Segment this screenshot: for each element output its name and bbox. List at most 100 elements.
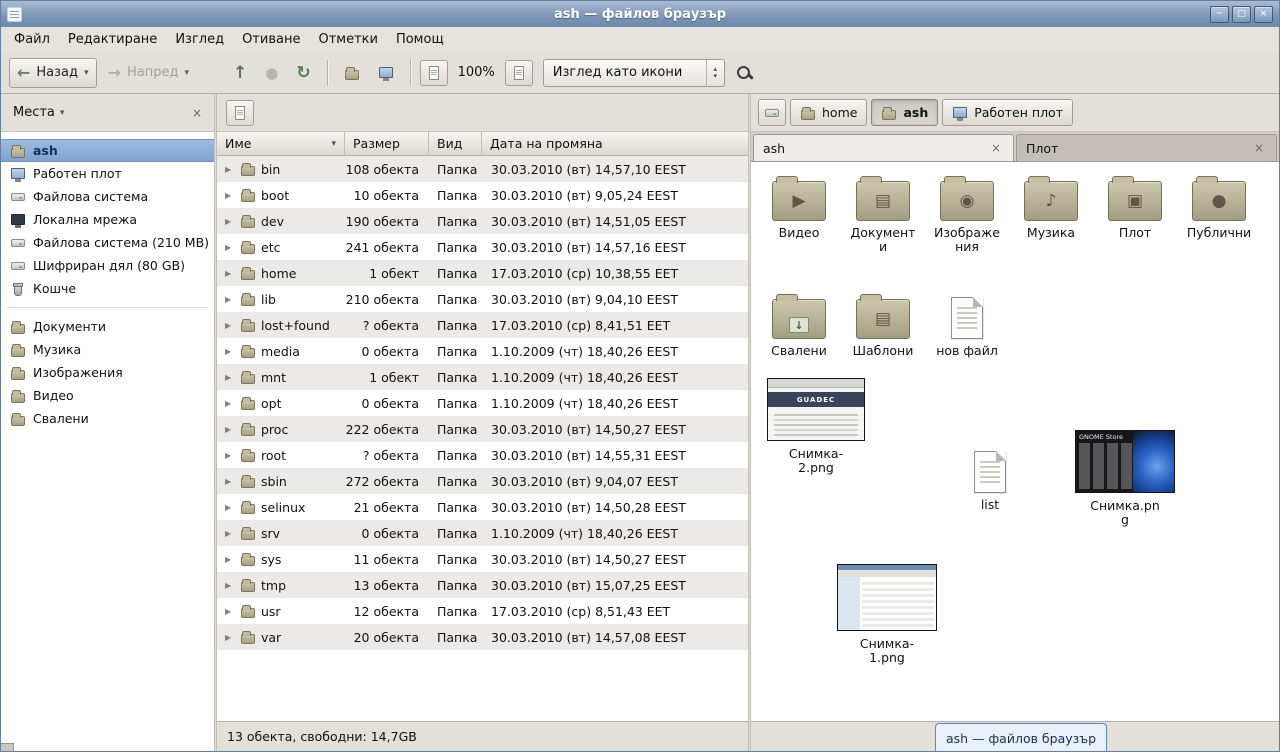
minimize-button[interactable]: ─: [1210, 6, 1229, 23]
table-row[interactable]: ▶ var 20 обекта Папка 30.03.2010 (вт) 14…: [217, 624, 748, 650]
sidebar-item[interactable]: Видео: [1, 384, 214, 407]
file-item-list[interactable]: list: [955, 444, 1025, 512]
tab-ash[interactable]: ash ×: [753, 134, 1014, 161]
close-button[interactable]: ×: [1254, 6, 1273, 23]
expander-icon[interactable]: ▶: [225, 269, 235, 278]
expander-icon[interactable]: ▶: [225, 373, 235, 382]
expander-icon[interactable]: ▶: [225, 399, 235, 408]
zoom-in-button[interactable]: [505, 60, 533, 86]
forward-button[interactable]: → Напред ▾: [101, 58, 196, 88]
column-header-modified[interactable]: Дата на промяна: [482, 132, 748, 156]
expander-icon[interactable]: ▶: [225, 425, 235, 434]
search-button[interactable]: [729, 58, 759, 88]
places-selector[interactable]: Места ▾: [9, 103, 68, 122]
expander-icon[interactable]: ▶: [225, 295, 235, 304]
expander-icon[interactable]: ▶: [225, 529, 235, 538]
column-header-size[interactable]: Размер: [345, 132, 429, 156]
icon-item[interactable]: ▤ Шаблони: [841, 290, 925, 358]
table-row[interactable]: ▶ usr 12 обекта Папка 17.03.2010 (ср) 8,…: [217, 598, 748, 624]
sidebar-item[interactable]: Кошче: [1, 277, 214, 300]
table-row[interactable]: ▶ sys 11 обекта Папка 30.03.2010 (вт) 14…: [217, 546, 748, 572]
sidebar-close-button[interactable]: ×: [188, 104, 206, 122]
expander-icon[interactable]: ▶: [225, 503, 235, 512]
path-home-button[interactable]: home: [790, 99, 867, 126]
sidebar-item[interactable]: Свалени: [1, 407, 214, 430]
table-row[interactable]: ▶ mnt 1 обект Папка 1.10.2009 (чт) 18,40…: [217, 364, 748, 390]
path-ash-button[interactable]: ash: [871, 99, 938, 126]
icon-item[interactable]: ▶ Видео: [757, 172, 841, 255]
table-row[interactable]: ▶ sbin 272 обекта Папка 30.03.2010 (вт) …: [217, 468, 748, 494]
table-row[interactable]: ▶ home 1 обект Папка 17.03.2010 (ср) 10,…: [217, 260, 748, 286]
expander-icon[interactable]: ▶: [225, 165, 235, 174]
titlebar[interactable]: ash — файлов браузър ─ □ ×: [1, 1, 1279, 27]
table-row[interactable]: ▶ selinux 21 обекта Папка 30.03.2010 (вт…: [217, 494, 748, 520]
column-header-type[interactable]: Вид: [429, 132, 482, 156]
expander-icon[interactable]: ▶: [225, 321, 235, 330]
table-row[interactable]: ▶ proc 222 обекта Папка 30.03.2010 (вт) …: [217, 416, 748, 442]
sidebar-item[interactable]: Изображения: [1, 361, 214, 384]
table-row[interactable]: ▶ opt 0 обекта Папка 1.10.2009 (чт) 18,4…: [217, 390, 748, 416]
reload-button[interactable]: ↻: [289, 58, 317, 88]
menu-item[interactable]: Файл: [5, 29, 59, 50]
back-dropdown-icon[interactable]: ▾: [84, 68, 89, 78]
table-row[interactable]: ▶ media 0 обекта Папка 1.10.2009 (чт) 18…: [217, 338, 748, 364]
expander-icon[interactable]: ▶: [225, 243, 235, 252]
table-row[interactable]: ▶ root ? обекта Папка 30.03.2010 (вт) 14…: [217, 442, 748, 468]
column-header-name[interactable]: Име ▾: [217, 132, 345, 156]
table-row[interactable]: ▶ etc 241 обекта Папка 30.03.2010 (вт) 1…: [217, 234, 748, 260]
table-row[interactable]: ▶ tmp 13 обекта Папка 30.03.2010 (вт) 15…: [217, 572, 748, 598]
tab-close-icon[interactable]: ×: [1251, 141, 1267, 155]
expander-icon[interactable]: ▶: [225, 217, 235, 226]
sidebar-item[interactable]: Локална мрежа: [1, 208, 214, 231]
pane-location-button[interactable]: [226, 100, 254, 126]
home-button[interactable]: [337, 58, 367, 88]
menu-item[interactable]: Изглед: [166, 29, 233, 50]
combo-spin-icon[interactable]: ▴▾: [706, 60, 724, 86]
table-row[interactable]: ▶ lost+found ? обекта Папка 17.03.2010 (…: [217, 312, 748, 338]
tab-plot[interactable]: Плот ×: [1016, 134, 1277, 161]
taskbar-window-button[interactable]: ash — файлов браузър: [935, 723, 1107, 752]
file-item-snimka[interactable]: GNOME Store Снимка.png: [1069, 430, 1181, 528]
icon-item[interactable]: ▣ Плот: [1093, 172, 1177, 255]
path-root-button[interactable]: [758, 99, 786, 126]
view-mode-select[interactable]: Изглед като икони ▴▾: [543, 59, 725, 87]
menu-item[interactable]: Редактиране: [59, 29, 166, 50]
expander-icon[interactable]: ▶: [225, 451, 235, 460]
icon-item[interactable]: ♪ Музика: [1009, 172, 1093, 255]
expander-icon[interactable]: ▶: [225, 581, 235, 590]
zoom-out-button[interactable]: [420, 60, 448, 86]
expander-icon[interactable]: ▶: [225, 555, 235, 564]
sidebar-item[interactable]: Документи: [1, 315, 214, 338]
expander-icon[interactable]: ▶: [225, 477, 235, 486]
icon-view[interactable]: ▶ Видео ▤ Документи ◉ Изображения ♪ Музи…: [751, 162, 1279, 721]
computer-button[interactable]: [371, 58, 401, 88]
maximize-button[interactable]: □: [1232, 6, 1251, 23]
tab-close-icon[interactable]: ×: [988, 141, 1004, 155]
sidebar-item[interactable]: Файлова система: [1, 185, 214, 208]
icon-item[interactable]: ◉ Изображения: [925, 172, 1009, 255]
file-item-snimka-2[interactable]: GUADEC Снимка-2.png: [761, 378, 871, 476]
table-row[interactable]: ▶ bin 108 обекта Папка 30.03.2010 (вт) 1…: [217, 156, 748, 182]
path-desktop-button[interactable]: Работен плот: [942, 99, 1073, 126]
menu-item[interactable]: Отиване: [233, 29, 309, 50]
table-row[interactable]: ▶ dev 190 обекта Папка 30.03.2010 (вт) 1…: [217, 208, 748, 234]
file-item-snimka-1[interactable]: Снимка-1.png: [827, 564, 947, 666]
sidebar-item[interactable]: Работен плот: [1, 162, 214, 185]
icon-item[interactable]: ▤ Документи: [841, 172, 925, 255]
expander-icon[interactable]: ▶: [225, 633, 235, 642]
back-button[interactable]: ← Назад ▾: [9, 58, 97, 88]
menu-item[interactable]: Отметки: [309, 29, 386, 50]
expander-icon[interactable]: ▶: [225, 347, 235, 356]
icon-item[interactable]: нов файл: [925, 290, 1009, 358]
up-button[interactable]: ↑: [226, 58, 254, 88]
expander-icon[interactable]: ▶: [225, 191, 235, 200]
table-row[interactable]: ▶ srv 0 обекта Папка 1.10.2009 (чт) 18,4…: [217, 520, 748, 546]
icon-item[interactable]: ● Публични: [1177, 172, 1261, 255]
menu-item[interactable]: Помощ: [387, 29, 453, 50]
expander-icon[interactable]: ▶: [225, 607, 235, 616]
sidebar-item[interactable]: Шифриран дял (80 GB): [1, 254, 214, 277]
sidebar-item[interactable]: Файлова система (210 MB): [1, 231, 214, 254]
table-row[interactable]: ▶ boot 10 обекта Папка 30.03.2010 (вт) 9…: [217, 182, 748, 208]
icon-item[interactable]: ↓ Свалени: [757, 290, 841, 358]
sidebar-item[interactable]: Музика: [1, 338, 214, 361]
